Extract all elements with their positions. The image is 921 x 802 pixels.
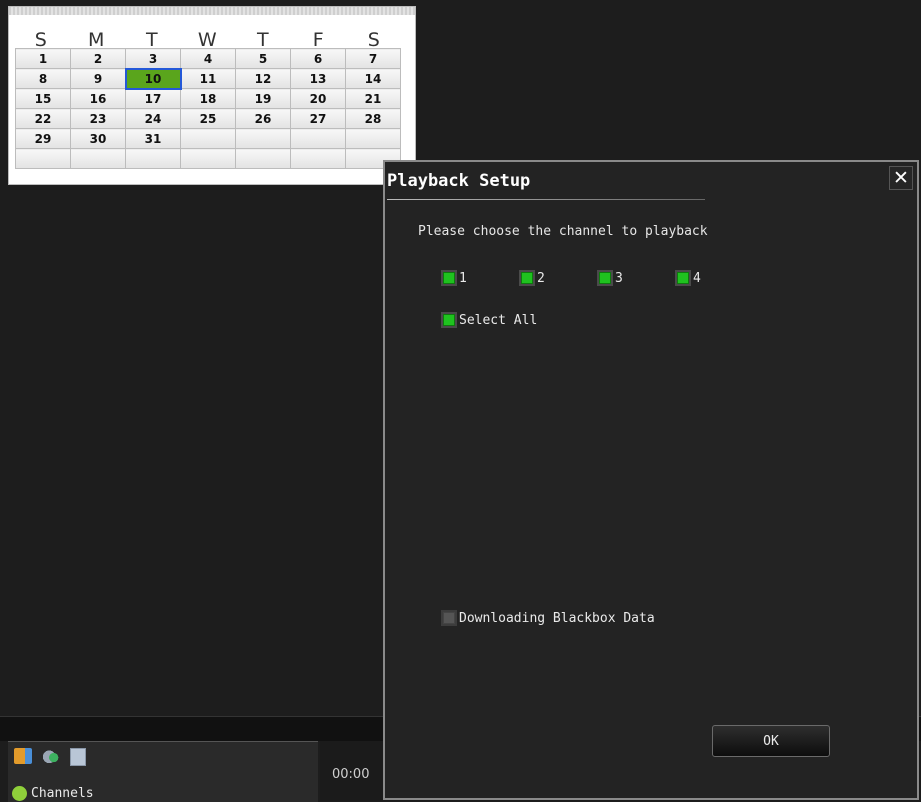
calendar-day-cell[interactable]: 21 xyxy=(345,88,401,109)
calendar-day-cell[interactable]: 19 xyxy=(235,88,291,109)
calendar-day-cell[interactable]: 7 xyxy=(345,48,401,69)
calendar-week-row: 29 30 31 xyxy=(15,128,401,149)
calendar-day-cell[interactable]: 20 xyxy=(290,88,346,109)
calendar-day-cell[interactable]: 11 xyxy=(180,68,236,89)
calendar-day-cell[interactable]: 9 xyxy=(70,68,126,89)
calendar-week-row: 1234567 xyxy=(15,48,401,69)
calendar-day-cell[interactable]: 25 xyxy=(180,108,236,129)
calendar-day-cell[interactable]: 26 xyxy=(235,108,291,129)
dialog-title: Playback Setup xyxy=(387,171,531,191)
select-all-label: Select All xyxy=(459,312,538,328)
document-icon[interactable] xyxy=(70,748,86,766)
calendar-day-cell[interactable]: 10 xyxy=(124,67,182,90)
calendar-day-cell[interactable]: 15 xyxy=(15,88,71,109)
channel-4-checkbox[interactable]: 4 xyxy=(675,270,753,286)
calendar-day-cell[interactable]: 17 xyxy=(125,88,181,109)
checkbox-icon[interactable] xyxy=(441,270,457,286)
calendar-day-cell[interactable]: 12 xyxy=(235,68,291,89)
calendar-day-cell[interactable]: 13 xyxy=(290,68,346,89)
channel-checkboxes: 1 2 3 4 xyxy=(441,270,753,286)
channel-3-checkbox[interactable]: 3 xyxy=(597,270,675,286)
calendar-day-cell[interactable]: 22 xyxy=(15,108,71,129)
calendar-day-cell[interactable]: 31 xyxy=(125,128,181,149)
calendar-day-cell xyxy=(180,148,236,169)
calendar-day-cell xyxy=(235,148,291,169)
calendar-day-cell xyxy=(235,128,291,149)
calendar-day-cell[interactable]: 6 xyxy=(290,48,346,69)
calendar-day-cell[interactable]: 24 xyxy=(125,108,181,129)
channel-label: 3 xyxy=(615,270,623,286)
channels-label: Channels xyxy=(31,786,94,801)
blackbox-checkbox[interactable]: Downloading Blackbox Data xyxy=(441,610,655,626)
calendar-day-cell xyxy=(15,148,71,169)
playback-setup-dialog: Playback Setup ✕ Please choose the chann… xyxy=(383,160,919,800)
calendar-day-cell[interactable]: 1 xyxy=(15,48,71,69)
vehicle-icon[interactable] xyxy=(14,748,32,764)
calendar-week-row: 22 23 24 25 26 27 28 xyxy=(15,108,401,129)
calendar-day-cell[interactable]: 16 xyxy=(70,88,126,109)
calendar-grid: 1 2 3 4 5 6 7 8 9 10 11 12 13 14 15 16 17 18 19 20 21 22 23 24 2… xyxy=(15,48,401,169)
channel-label: 2 xyxy=(537,270,545,286)
checkbox-icon[interactable] xyxy=(441,312,457,328)
video-preview-area xyxy=(8,190,383,710)
calendar-day-cell[interactable]: 2 xyxy=(70,48,126,69)
calendar-day-cell[interactable]: 30 xyxy=(70,128,126,149)
calendar-week-row: 8 9 10 11 12 13 14 xyxy=(15,67,401,90)
status-dot-icon xyxy=(12,786,27,801)
channel-1-checkbox[interactable]: 1 xyxy=(441,270,519,286)
checkbox-icon[interactable] xyxy=(519,270,535,286)
calendar-day-cell[interactable]: 18 xyxy=(180,88,236,109)
channel-label: 4 xyxy=(693,270,701,286)
calendar-day-cell xyxy=(125,148,181,169)
calendar-day-cell xyxy=(290,148,346,169)
ok-button[interactable]: OK xyxy=(712,725,830,757)
title-underline xyxy=(387,199,705,200)
close-icon[interactable]: ✕ xyxy=(889,166,913,190)
calendar-day-cell[interactable]: 3 xyxy=(125,48,181,69)
calendar-day-cell[interactable]: 14 xyxy=(345,68,401,89)
calendar-day-cell[interactable]: 29 xyxy=(15,128,71,149)
channel-2-checkbox[interactable]: 2 xyxy=(519,270,597,286)
calendar-day-cell[interactable]: 8 xyxy=(15,68,71,89)
channel-label: 1 xyxy=(459,270,467,286)
calendar-day-cell[interactable]: 23 xyxy=(70,108,126,129)
calendar-day-cell[interactable]: 27 xyxy=(290,108,346,129)
calendar-day-cell[interactable]: 5 xyxy=(235,48,291,69)
bottom-toolbar: Channels xyxy=(8,741,318,802)
calendar-day-cell xyxy=(70,148,126,169)
timeline-time: 00:00 xyxy=(332,767,370,782)
checkbox-icon[interactable] xyxy=(675,270,691,286)
cloud-icon[interactable] xyxy=(42,748,60,764)
checkbox-icon[interactable] xyxy=(441,610,457,626)
calendar-week-row xyxy=(15,148,401,169)
calendar-day-cell xyxy=(180,128,236,149)
channel-prompt: Please choose the channel to playback xyxy=(418,224,708,239)
select-all-checkbox[interactable]: Select All xyxy=(441,312,537,328)
blackbox-label: Downloading Blackbox Data xyxy=(459,610,655,626)
checkbox-icon[interactable] xyxy=(597,270,613,286)
calendar-header-strip xyxy=(9,7,415,15)
calendar-day-cell xyxy=(290,128,346,149)
calendar-day-cell[interactable]: 28 xyxy=(345,108,401,129)
calendar-day-cell xyxy=(345,128,401,149)
calendar-day-cell[interactable]: 4 xyxy=(180,48,236,69)
channels-tree-item[interactable]: Channels xyxy=(12,786,94,801)
calendar-week-row: 15 16 17 18 19 20 21 xyxy=(15,88,401,109)
